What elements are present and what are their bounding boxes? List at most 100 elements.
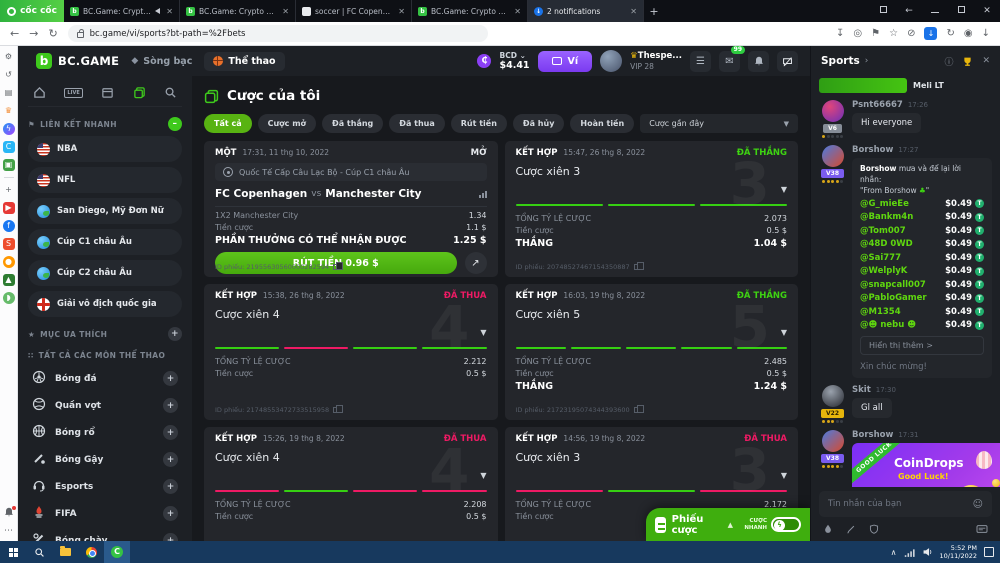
translate-icon[interactable]: ◎ xyxy=(853,28,862,39)
collapse-quick-links-button[interactable]: – xyxy=(168,117,182,131)
back-button[interactable]: ← xyxy=(10,27,19,40)
recent-tabs-icon[interactable]: ← xyxy=(896,0,922,22)
minimize-button[interactable] xyxy=(922,0,948,22)
download-badge-icon[interactable]: ↓ xyxy=(924,27,937,40)
recipient-name[interactable]: @48D 0WD xyxy=(860,239,913,249)
recipient-name[interactable]: @WelplyK xyxy=(860,266,907,276)
expand-sport-button[interactable]: + xyxy=(163,452,178,467)
browser-tab-0[interactable]: bBC.Game: Crypto Casino✕ xyxy=(64,0,180,22)
expand-card-icon[interactable]: ▼ xyxy=(781,185,787,194)
account-ext-icon[interactable]: ◉ xyxy=(964,28,973,39)
news-icon[interactable]: ● xyxy=(3,256,15,268)
browser-tab-2[interactable]: soccer | FC Copenhagen vs M✕ xyxy=(296,0,412,22)
home-icon[interactable] xyxy=(33,86,46,99)
recipient-name[interactable]: @Bankm4n xyxy=(860,212,913,222)
expand-card-icon[interactable]: ▼ xyxy=(781,328,787,337)
filter-1[interactable]: Cược mở xyxy=(258,114,316,133)
notifications-button[interactable] xyxy=(748,51,769,72)
chat-input[interactable]: Tin nhắn của bạn ☺ xyxy=(819,491,992,517)
filter-4[interactable]: Rút tiền xyxy=(451,114,507,133)
youtube-icon[interactable]: ▶ xyxy=(3,202,15,214)
action-center-icon[interactable] xyxy=(984,547,994,557)
filter-0[interactable]: Tất cả xyxy=(204,114,252,133)
user-info[interactable]: ♛Thespe... VIP 28 xyxy=(630,51,682,71)
copy-icon[interactable] xyxy=(333,264,338,270)
copy-icon[interactable] xyxy=(333,407,338,413)
filter-2[interactable]: Đã thắng xyxy=(322,114,383,133)
tab-close-icon[interactable]: ✕ xyxy=(166,7,173,16)
tab-close-icon[interactable]: ✕ xyxy=(630,7,637,16)
rail-more-icon[interactable]: ⋯ xyxy=(4,526,13,536)
currency-selector[interactable]: BCD ⌄ $4.41 xyxy=(499,51,529,71)
nav-sports[interactable]: Thể thao xyxy=(204,52,284,71)
shopee-icon[interactable]: S xyxy=(3,238,15,250)
sort-dropdown[interactable]: Cược gần đây ▼ xyxy=(640,114,798,133)
chat-channel[interactable]: Sports xyxy=(821,55,860,67)
chat-avatar[interactable] xyxy=(822,430,844,452)
expand-sport-button[interactable]: + xyxy=(163,425,178,440)
search-icon[interactable] xyxy=(164,86,177,99)
chat-username[interactable]: Skit xyxy=(852,385,871,395)
promo-icon[interactable]: ◗ xyxy=(3,292,15,304)
clock[interactable]: 5:52 PM 10/11/2022 xyxy=(940,544,977,560)
chat-username[interactable]: Psnt66667 xyxy=(852,100,903,110)
close-chat-icon[interactable]: ✕ xyxy=(982,56,990,66)
chrome-button[interactable] xyxy=(78,541,104,563)
quick-link-1[interactable]: NFL xyxy=(28,167,182,193)
browser-tab-3[interactable]: bBC.Game: Crypto Casino Gai✕ xyxy=(412,0,528,22)
forward-button[interactable]: → xyxy=(29,27,38,40)
trophy-icon[interactable] xyxy=(962,56,973,67)
expand-sport-button[interactable]: + xyxy=(163,506,178,521)
quick-link-5[interactable]: Giải vô địch quốc gia xyxy=(28,291,182,317)
filter-3[interactable]: Đã thua xyxy=(389,114,445,133)
file-explorer-button[interactable] xyxy=(52,541,78,563)
flag-icon[interactable]: ⚑ xyxy=(871,28,880,39)
chevron-right-icon[interactable]: › xyxy=(865,56,869,66)
games-icon[interactable]: ▣ xyxy=(3,159,15,171)
coindrops-banner[interactable]: GOOD LUCKCoinDropsGood Luck!Grab xyxy=(852,443,1000,487)
expand-sport-button[interactable]: + xyxy=(163,533,178,541)
browser-tab-1[interactable]: bBC.Game: Crypto Casino Gan✕ xyxy=(180,0,296,22)
bookmark-star-icon[interactable]: ☆ xyxy=(889,28,898,39)
sport-item-1[interactable]: Quần vợt+ xyxy=(28,392,182,419)
quick-link-2[interactable]: San Diego, Mỹ Đơn Nữ xyxy=(28,198,182,224)
add-shortcut-icon[interactable]: + xyxy=(3,184,15,196)
messenger-icon[interactable]: ϟ xyxy=(3,123,15,135)
chat-toggle-button[interactable] xyxy=(777,51,798,72)
chat-avatar[interactable] xyxy=(822,100,844,122)
nav-casino[interactable]: ◆ Sòng bạc xyxy=(131,56,192,67)
adblock-icon[interactable]: ⊘ xyxy=(907,28,915,39)
quick-link-4[interactable]: Cúp C2 châu Âu xyxy=(28,260,182,286)
tab-close-icon[interactable]: ✕ xyxy=(514,7,521,16)
sport-item-0[interactable]: Bóng đá+ xyxy=(28,365,182,392)
tab-close-icon[interactable]: ✕ xyxy=(398,7,405,16)
emoji-icon[interactable]: ☺ xyxy=(973,499,983,510)
sport-item-3[interactable]: Bóng Gậy+ xyxy=(28,446,182,473)
facebook-icon[interactable]: f xyxy=(3,220,15,232)
calendar-icon[interactable] xyxy=(101,86,114,99)
tray-expand-icon[interactable]: ∧ xyxy=(891,548,897,557)
pencil-icon[interactable] xyxy=(846,524,856,534)
recipient-name[interactable]: @M1354 xyxy=(860,307,901,317)
my-bets-icon[interactable] xyxy=(133,86,146,99)
recipient-name[interactable]: @PabloGamer xyxy=(860,293,927,303)
settings-icon[interactable]: ⚙ xyxy=(3,51,15,63)
sport-item-5[interactable]: FIFA+ xyxy=(28,500,182,527)
expand-sport-button[interactable]: + xyxy=(163,398,178,413)
share-button[interactable]: ↗ xyxy=(465,252,487,274)
sport-item-6[interactable]: Bóng chày+ xyxy=(28,527,182,541)
rain-icon[interactable] xyxy=(823,524,833,534)
sport-item-4[interactable]: Esports+ xyxy=(28,473,182,500)
expand-card-icon[interactable]: ▼ xyxy=(480,328,486,337)
reload-button[interactable]: ↻ xyxy=(48,27,57,40)
network-icon[interactable] xyxy=(904,548,915,557)
coccoc-button[interactable]: C xyxy=(104,541,130,563)
expand-sport-button[interactable]: + xyxy=(163,479,178,494)
rail-bell-icon[interactable] xyxy=(4,507,14,520)
filter-6[interactable]: Hoàn tiền xyxy=(570,114,634,133)
start-button[interactable] xyxy=(0,541,26,563)
recipient-name[interactable]: @Sai777 xyxy=(860,253,901,263)
quick-bet-toggle[interactable]: ϟ xyxy=(771,517,801,532)
recipient-name[interactable]: @G_mieEe xyxy=(860,199,909,209)
expand-card-icon[interactable]: ▼ xyxy=(781,471,787,480)
